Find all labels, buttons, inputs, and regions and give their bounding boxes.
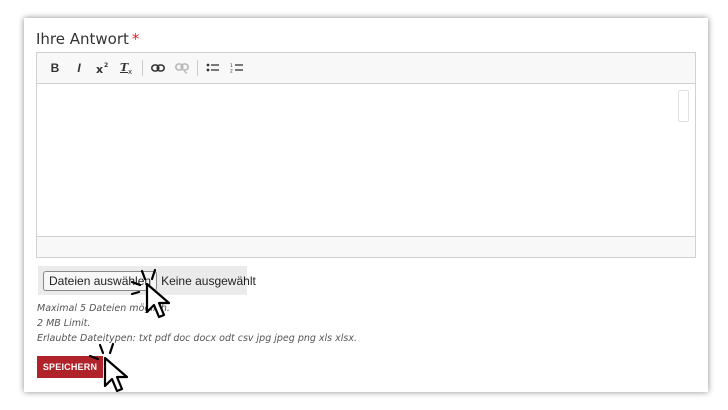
italic-button[interactable]: I bbox=[69, 58, 89, 78]
hint-allowed-types: Erlaubte Dateitypen: txt pdf doc docx od… bbox=[37, 333, 357, 344]
toolbar-separator bbox=[142, 60, 143, 76]
link-icon bbox=[151, 64, 165, 72]
svg-text:2: 2 bbox=[230, 69, 233, 75]
editor-content-area[interactable] bbox=[37, 84, 695, 236]
bold-button[interactable]: B bbox=[45, 58, 65, 78]
svg-text:1: 1 bbox=[230, 63, 233, 69]
editor-statusbar bbox=[37, 236, 695, 257]
link-button[interactable] bbox=[148, 58, 168, 78]
svg-text:2: 2 bbox=[104, 62, 108, 69]
toolbar-separator bbox=[197, 60, 198, 76]
field-label-text: Ihre Antwort bbox=[36, 30, 129, 48]
bold-icon: B bbox=[50, 61, 60, 75]
hint-size-limit: 2 MB Limit. bbox=[37, 318, 91, 329]
editor-scrollbar[interactable] bbox=[678, 90, 689, 122]
superscript-icon: x 2 bbox=[96, 62, 108, 75]
click-cursor-icon bbox=[130, 268, 171, 319]
italic-icon: I bbox=[77, 61, 81, 75]
unlink-button[interactable] bbox=[172, 58, 192, 78]
remove-format-button[interactable]: T x bbox=[117, 58, 137, 78]
rich-text-editor: B I x 2 T x 1 2 bbox=[36, 52, 696, 258]
svg-text:x: x bbox=[96, 63, 103, 75]
click-cursor-icon bbox=[88, 342, 129, 393]
svg-text:x: x bbox=[128, 68, 132, 75]
field-label: Ihre Antwort * bbox=[36, 30, 139, 48]
bulleted-list-icon bbox=[206, 63, 219, 72]
unlink-icon bbox=[175, 63, 189, 74]
numbered-list-button[interactable]: 1 2 bbox=[227, 58, 247, 78]
numbered-list-icon: 1 2 bbox=[230, 63, 243, 75]
bulleted-list-button[interactable] bbox=[203, 58, 223, 78]
required-marker: * bbox=[131, 30, 140, 48]
editor-toolbar: B I x 2 T x 1 2 bbox=[37, 53, 695, 84]
answer-form: Ihre Antwort * B I x 2 T x 1 2 Dateien a… bbox=[24, 18, 708, 392]
superscript-button[interactable]: x 2 bbox=[93, 58, 113, 78]
remove-format-icon: T x bbox=[120, 61, 132, 75]
